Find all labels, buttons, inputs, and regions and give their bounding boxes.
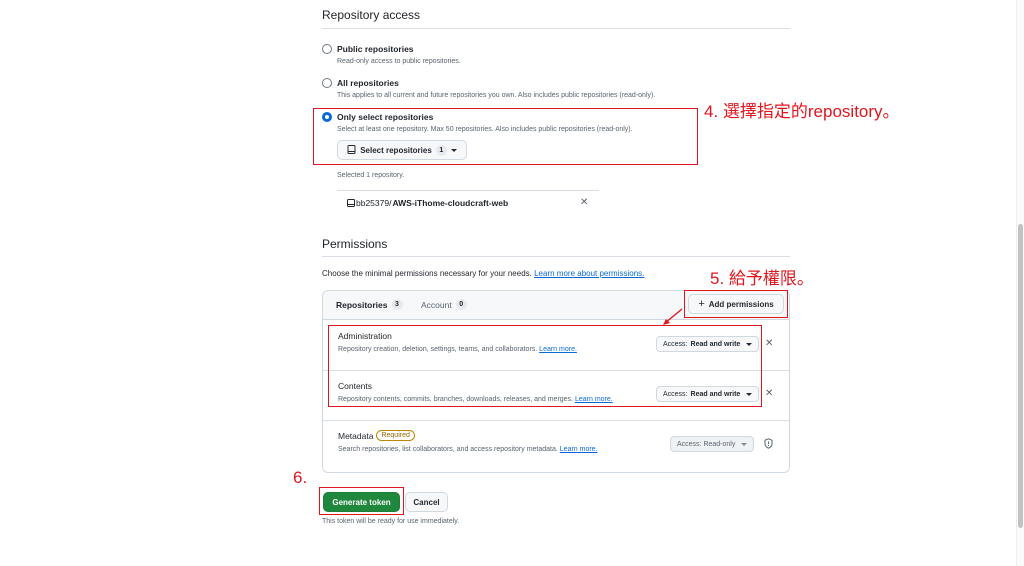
tab-repositories[interactable]: Repositories 3 [336,299,403,310]
permission-contents-title: Contents [338,381,373,391]
select-repositories-count: 1 [435,144,447,156]
annotation-step4: 4. 選擇指定的repository。 [704,102,900,121]
access-prefix: Access: [663,390,688,398]
remove-repo-close-icon[interactable]: ✕ [580,198,588,208]
option-only-select-desc: Select at least one repository. Max 50 r… [337,126,633,133]
option-public-title: Public repositories [337,44,414,54]
option-all-title: All repositories [337,78,399,88]
required-badge: Required [376,430,415,441]
selected-count-text: Selected 1 repository. [337,172,405,179]
permission-contents-desc: Repository contents, commits, branches, … [338,396,613,403]
chevron-down-icon [746,342,753,346]
selected-repo-row: bb25379/ AWS-iThome-cloudcraft-web [347,198,508,208]
remove-administration-close-icon[interactable]: ✕ [765,339,773,349]
option-only-select-title: Only select repositories [337,112,434,122]
permission-metadata-learn-more[interactable]: Learn more. [560,446,598,453]
token-ready-note: This token will be ready for use immedia… [322,518,460,525]
radio-public-repositories[interactable] [322,44,332,54]
shield-icon [764,438,773,449]
add-permissions-button[interactable]: + Add permissions [688,294,784,314]
select-repositories-button[interactable]: Select repositories 1 [337,140,467,160]
chevron-down-icon [741,442,748,446]
permission-metadata-header: Metadata Required [338,430,415,441]
plus-icon: + [698,298,705,310]
page-scrollbar-thumb[interactable] [1018,224,1023,528]
tab-account[interactable]: Account 0 [421,299,467,310]
repository-access-heading: Repository access [322,8,421,22]
permissions-intro: Choose the minimal permissions necessary… [322,269,644,278]
permission-contents-desc-text: Repository contents, commits, branches, … [338,396,574,403]
chevron-down-icon [450,148,457,152]
select-repositories-label: Select repositories [360,145,432,155]
permissions-heading: Permissions [322,237,388,251]
repo-icon [347,145,356,154]
remove-contents-close-icon[interactable]: ✕ [765,389,773,399]
permission-metadata-desc-text: Search repositories, list collaborators,… [338,446,558,453]
selected-repo-owner: bb25379/ [356,198,392,208]
tab-repositories-label: Repositories [336,299,388,310]
option-public-desc: Read-only access to public repositories. [337,58,461,65]
administration-access-dropdown[interactable]: Access: Read and write [656,336,760,352]
selected-repo-name: AWS-iThome-cloudcraft-web [392,198,509,208]
annotation-arrow [663,308,683,325]
access-value: Read and write [690,390,741,398]
permission-row-divider [323,370,789,371]
permission-administration-learn-more[interactable]: Learn more. [539,346,577,353]
option-all-desc: This applies to all current and future r… [337,92,656,99]
permission-administration-desc: Repository creation, deletion, settings,… [338,346,577,353]
learn-more-permissions-link[interactable]: Learn more about permissions. [534,269,644,278]
chevron-down-icon [746,392,753,396]
annotation-step5: 5. 給予權限。 [710,269,814,288]
permission-contents-learn-more[interactable]: Learn more. [575,396,613,403]
section-divider [322,28,790,29]
annotation-step6: 6. [293,468,308,487]
tab-repositories-count: 3 [391,299,403,310]
access-label: Access: Read-only [677,440,736,448]
tab-account-count: 0 [455,299,467,310]
radio-only-select-repositories[interactable] [322,112,332,122]
cancel-button[interactable]: Cancel [405,492,448,512]
contents-access-dropdown[interactable]: Access: Read and write [656,386,760,402]
generate-token-button[interactable]: Generate token [323,492,400,512]
permission-administration-desc-text: Repository creation, deletion, settings,… [338,346,538,353]
permission-administration-title: Administration [338,331,392,341]
permissions-divider [322,256,790,257]
radio-all-repositories[interactable] [322,78,332,88]
permissions-intro-text: Choose the minimal permissions necessary… [322,269,532,278]
permission-metadata-desc: Search repositories, list collaborators,… [338,446,598,453]
metadata-access-dropdown: Access: Read-only [670,436,755,452]
access-value: Read and write [690,340,741,348]
selected-list-top-divider [337,190,599,191]
tab-account-label: Account [421,299,452,310]
permission-row-divider [323,420,789,421]
add-permissions-label: Add permissions [708,299,774,309]
repo-icon [347,198,355,207]
access-prefix: Access: [663,340,688,348]
permission-metadata-title: Metadata [338,430,374,441]
